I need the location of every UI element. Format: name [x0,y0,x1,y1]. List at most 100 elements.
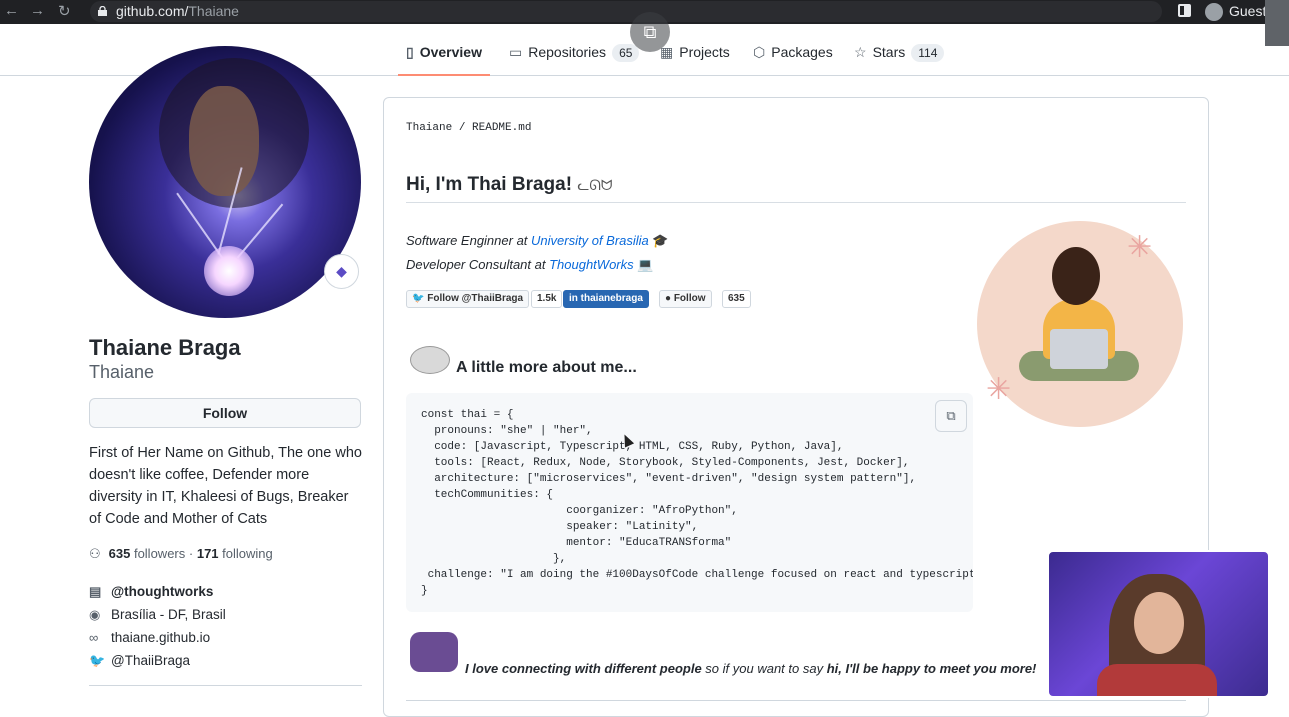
location-icon: ◉ [89,607,101,622]
readme-path-user[interactable]: Thaiane [406,122,452,134]
job-prefix: Developer Consultant at [406,257,550,272]
illustration-head [1052,247,1100,305]
sparkle-icon: ✳ [1127,231,1153,264]
code-line: } [421,585,428,597]
people-icon: ⚇ [89,546,101,561]
tab-label: Stars [872,44,906,60]
tab-overview[interactable]: ▯ Overview [398,28,490,76]
url-host: github.com/ [116,3,189,19]
following-link[interactable]: 171 following [197,546,273,561]
vcard-website[interactable]: ∞ thaiane.github.io [89,630,210,645]
followers-label: followers [133,546,186,561]
avatar[interactable] [89,46,361,318]
github-count-badge[interactable]: 635 [722,290,751,308]
organization-icon: ▤ [89,584,102,599]
guest-avatar-icon [1205,3,1223,22]
connect-end: hi, I'll be happy to meet you more! [826,661,1037,676]
readme-heading: Hi, I'm Thai Braga! ᓚᘏᗢ [406,174,613,196]
star-icon: ☆ [854,44,867,60]
connect-bold: I love connecting with different people [465,661,702,676]
cat-doodle-icon: ᓚᘏᗢ [577,177,613,193]
website-text: thaiane.github.io [111,630,211,645]
code-line: const thai = { [421,409,514,421]
heading-rule [406,202,1186,203]
twitter-follow-badge[interactable]: 🐦 Follow @ThaiiBraga [406,290,530,308]
people-group-icon [410,632,458,672]
code-line: speaker: "Latinity", [421,521,699,533]
github-follow-badge[interactable]: ● Follow [659,290,712,308]
code-block: const thai = { pronouns: "she" | "her", … [406,393,973,612]
readme-job-line-1: Software Enginner at University of Brasi… [406,233,669,249]
laptop-cat-icon: 💻 [637,257,654,272]
tab-label: Overview [419,44,482,60]
status-emoji-icon[interactable]: ◆ [324,254,359,289]
code-line: coorganizer: "AfroPython", [421,505,738,517]
connect-mid: so if you want to say [701,661,827,676]
vcard-location: ◉ Brasília - DF, Brasil [89,607,226,623]
linkedin-icon: in [569,293,578,304]
readme-rule [406,700,1186,701]
code-line: pronouns: "she" | "her", [421,425,593,437]
code-line: architecture: ["microservices", "event-d… [421,473,917,485]
sidebar-divider [89,685,362,686]
forward-icon[interactable]: → [30,2,45,19]
package-icon: ⬡ [753,44,766,60]
sidebar-toggle-icon[interactable] [1178,4,1191,17]
vcard-twitter[interactable]: 🐦 @ThaiiBraga [89,653,190,669]
twitter-text: @ThaiiBraga [111,653,190,668]
following-count: 171 [196,546,219,561]
link-icon: ∞ [89,630,99,645]
tab-stars[interactable]: ☆ Stars 114 [846,28,952,76]
readme-heading-text: Hi, I'm Thai Braga! [406,174,573,195]
separator: · [188,546,194,561]
plasma-orb [204,246,254,296]
linkedin-badge[interactable]: in thaianebraga [563,290,649,308]
profile-fullname: Thaiane Braga [89,335,241,360]
twitter-count-badge[interactable]: 1.5k [531,290,563,308]
readme-path-separator: / [452,122,473,134]
code-line: mentor: "EducaTRANSforma" [421,537,732,549]
presenter-face [1134,592,1184,654]
university-link[interactable]: University of Brasilia [531,233,649,248]
follow-button[interactable]: Follow [89,398,361,428]
profile-login: Thaiane [89,362,155,382]
badge-label: Follow [673,293,706,304]
following-label: following [222,546,273,561]
followers-link[interactable]: 635 followers [109,546,186,561]
code-line: tools: [React, Redux, Node, Storybook, S… [421,457,910,469]
copy-code-button[interactable]: ⧉ [935,400,967,432]
tab-packages[interactable]: ⬡ Packages [745,28,841,76]
company-text: @thoughtworks [111,584,214,599]
follow-stats: ⚇ 635 followers · 171 following [89,546,273,562]
github-icon: ● [665,293,672,304]
reload-icon[interactable]: ↻ [58,2,71,20]
address-bar[interactable]: github.com/Thaiane [90,1,1162,22]
profile-bio: First of Her Name on Github, The one who… [89,445,362,527]
popout-icon[interactable]: ⧉ [630,12,670,52]
illustration-laptop [1050,329,1108,369]
thoughtworks-link[interactable]: ThoughtWorks [549,257,634,272]
stars-count-badge: 114 [911,44,945,62]
book-icon: ▯ [406,44,414,60]
profile-menu[interactable]: Guest [1205,1,1266,22]
badge-label: thaianebraga [580,293,643,304]
webcam-overlay [1047,550,1270,698]
lock-icon [98,6,107,16]
graduation-cap-icon: 🎓 [652,233,669,248]
twitter-icon: 🐦 [412,293,425,304]
code-line: code: [Javascript, Typescript, HTML, CSS… [421,441,844,453]
tab-label: Repositories [528,44,607,60]
tab-label: Projects [679,44,730,60]
readme-path-file[interactable]: README.md [472,122,531,134]
followers-count: 635 [108,546,131,561]
tab-label: Packages [771,44,833,60]
vcard-company[interactable]: ▤ @thoughtworks [89,584,213,600]
tab-repositories[interactable]: ▭ Repositories 65 [501,28,647,76]
copy-icon: ⧉ [946,408,956,423]
badge-label: Follow @ThaiiBraga [427,293,524,304]
location-text: Brasília - DF, Brasil [111,607,226,622]
back-icon[interactable]: ← [4,2,19,19]
repo-count-badge: 65 [612,44,640,62]
twitter-icon: 🐦 [89,653,106,668]
code-line: techCommunities: { [421,489,554,501]
